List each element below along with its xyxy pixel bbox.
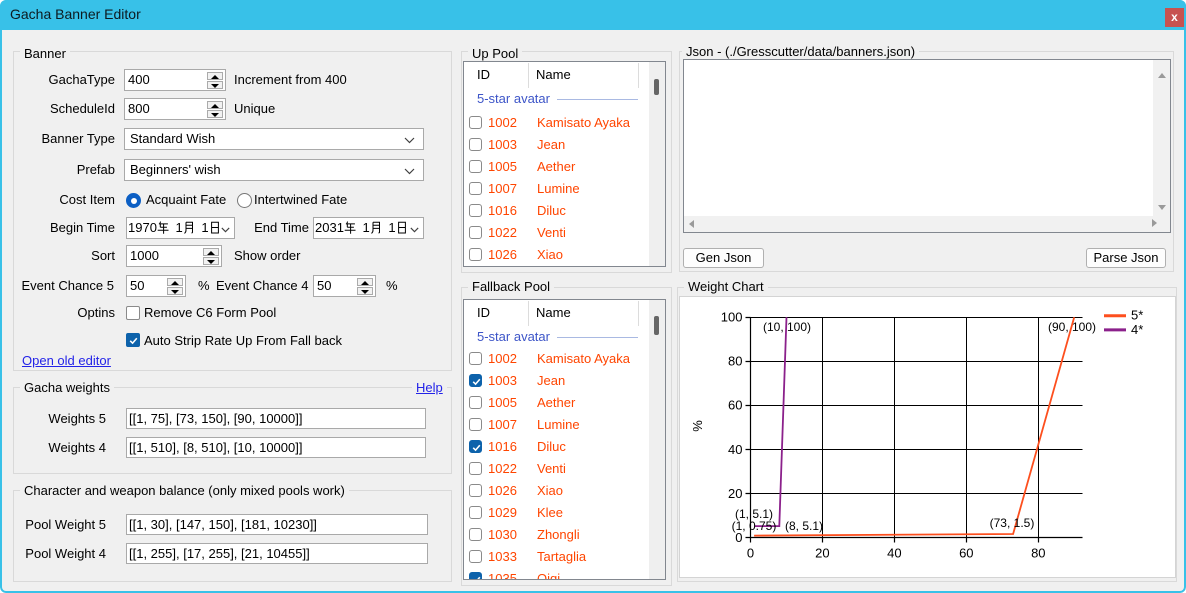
svg-text:80: 80 xyxy=(728,354,742,369)
svg-text:(10, 100): (10, 100) xyxy=(763,320,811,334)
svg-text:60: 60 xyxy=(959,546,973,561)
svg-text:(73, 1.5): (73, 1.5) xyxy=(990,516,1035,530)
svg-text:60: 60 xyxy=(728,398,742,413)
svg-text:4*: 4* xyxy=(1131,322,1143,337)
svg-text:40: 40 xyxy=(887,546,901,561)
svg-text:20: 20 xyxy=(728,486,742,501)
svg-text:(1, 0.75): (1, 0.75) xyxy=(732,519,777,533)
svg-text:5*: 5* xyxy=(1131,308,1143,323)
svg-text:20: 20 xyxy=(815,546,829,561)
svg-text:0: 0 xyxy=(747,546,754,561)
svg-text:40: 40 xyxy=(728,442,742,457)
svg-text:80: 80 xyxy=(1031,546,1045,561)
svg-text:(8, 5.1): (8, 5.1) xyxy=(785,519,823,533)
svg-text:%: % xyxy=(690,420,705,432)
svg-text:(90, 100): (90, 100) xyxy=(1048,320,1096,334)
svg-text:100: 100 xyxy=(721,310,743,325)
